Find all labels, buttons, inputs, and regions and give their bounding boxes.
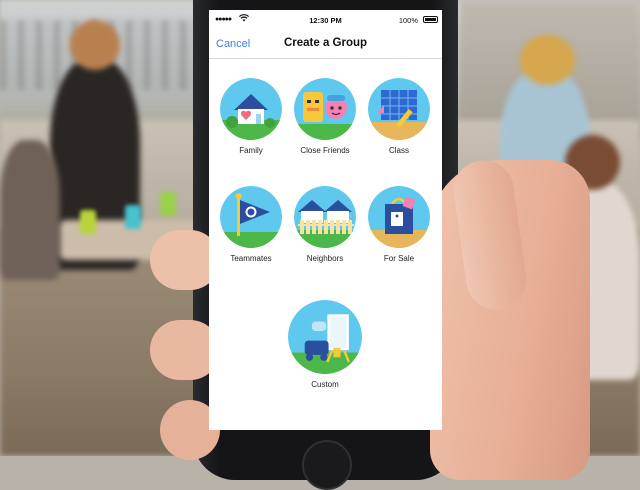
battery-icon	[423, 16, 438, 23]
group-option-class[interactable]: Class	[362, 78, 436, 155]
pennant-flag-icon	[220, 186, 282, 248]
status-bar: ●●●●● 12:30 PM 100%	[209, 10, 442, 30]
price-tag-bag-icon	[368, 186, 430, 248]
group-label: Class	[388, 146, 409, 155]
chalkboard-pencil-icon	[368, 78, 430, 140]
group-option-custom[interactable]: Custom	[288, 300, 362, 389]
group-label: Teammates	[230, 254, 272, 263]
group-option-teammates[interactable]: Teammates	[214, 186, 288, 263]
fence-houses-icon	[294, 186, 356, 248]
group-option-neighbors[interactable]: Neighbors	[288, 186, 362, 263]
paint-easel-icon	[288, 300, 362, 374]
house-heart-icon	[220, 78, 282, 140]
group-label: Custom	[311, 380, 339, 389]
battery-percent: 100%	[398, 16, 418, 25]
group-label: Close Friends	[300, 146, 350, 155]
group-label: For Sale	[383, 254, 415, 263]
home-button[interactable]	[302, 440, 352, 490]
phone-screen: ●●●●● 12:30 PM 100% Cancel Create a Grou…	[209, 10, 442, 430]
group-option-close-friends[interactable]: Close Friends	[288, 78, 362, 155]
friends-faces-icon	[294, 78, 356, 140]
group-option-for-sale[interactable]: For Sale	[362, 186, 436, 263]
group-label: Family	[239, 146, 263, 155]
group-label: Neighbors	[306, 254, 344, 263]
group-option-family[interactable]: Family	[214, 78, 288, 155]
navigation-bar: Cancel Create a Group	[209, 32, 442, 59]
cancel-button[interactable]: Cancel	[216, 38, 250, 50]
